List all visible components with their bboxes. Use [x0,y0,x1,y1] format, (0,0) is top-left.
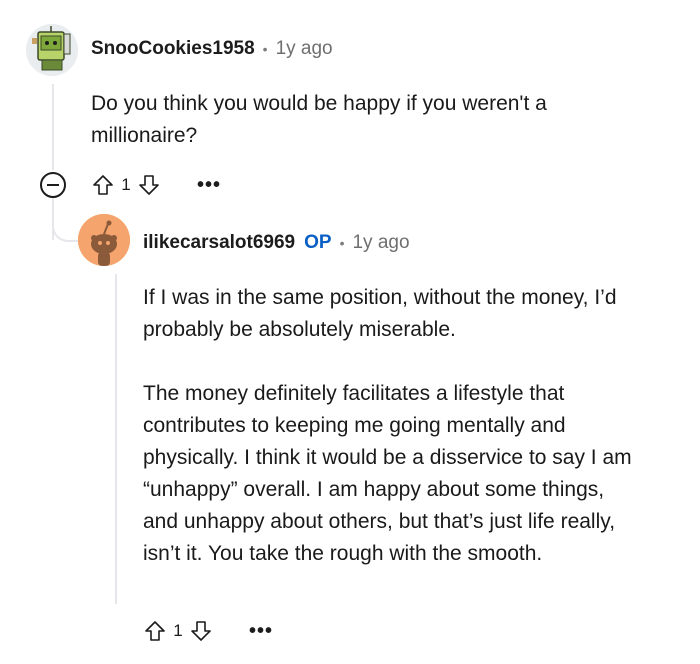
avatar-snoocookies1958[interactable] [26,24,78,76]
reply-thread-line [115,274,117,604]
more-options-button[interactable]: ••• [249,621,273,641]
downvote-button[interactable] [187,617,215,645]
upvote-button[interactable] [141,617,169,645]
minus-icon [47,184,59,186]
meta-separator: • [339,235,345,251]
timestamp[interactable]: 1y ago [276,38,333,60]
upvote-arrow-icon [93,175,113,195]
comment-paragraph: Do you think you would be happy if you w… [91,92,547,147]
meta-separator: • [262,41,268,57]
op-badge: OP [304,232,332,253]
snoo-icon [78,214,130,266]
comment-meta: SnooCookies1958 • 1y ago [91,38,333,60]
comment-actions: 1 ••• [141,616,273,646]
comment-body: If I was in the same position, without t… [143,282,643,570]
downvote-button[interactable] [135,171,163,199]
upvote-arrow-icon [145,621,165,641]
more-options-button[interactable]: ••• [197,175,221,195]
downvote-arrow-icon [191,621,211,641]
author-link[interactable]: SnooCookies1958 [91,38,255,60]
comment-body: Do you think you would be happy if you w… [91,88,611,152]
author-link[interactable]: ilikecarsalot6969 [143,232,295,254]
collapse-thread-button[interactable] [40,172,66,198]
vote-count: 1 [121,175,131,194]
upvote-button[interactable] [89,171,117,199]
downvote-arrow-icon [139,175,159,195]
comment-meta: ilikecarsalot6969 OP • 1y ago [143,232,410,254]
comment-actions: 1 ••• [89,170,221,200]
comment-paragraph: The money definitely facilitates a lifes… [143,382,632,565]
comment-paragraph: If I was in the same position, without t… [143,286,617,341]
thread-line [52,84,54,170]
vote-count: 1 [173,621,183,640]
cookie-snoo-icon [26,24,78,76]
avatar-ilikecarsalot6969[interactable] [78,214,130,266]
timestamp[interactable]: 1y ago [352,232,409,254]
thread-branch-curve [52,222,80,242]
